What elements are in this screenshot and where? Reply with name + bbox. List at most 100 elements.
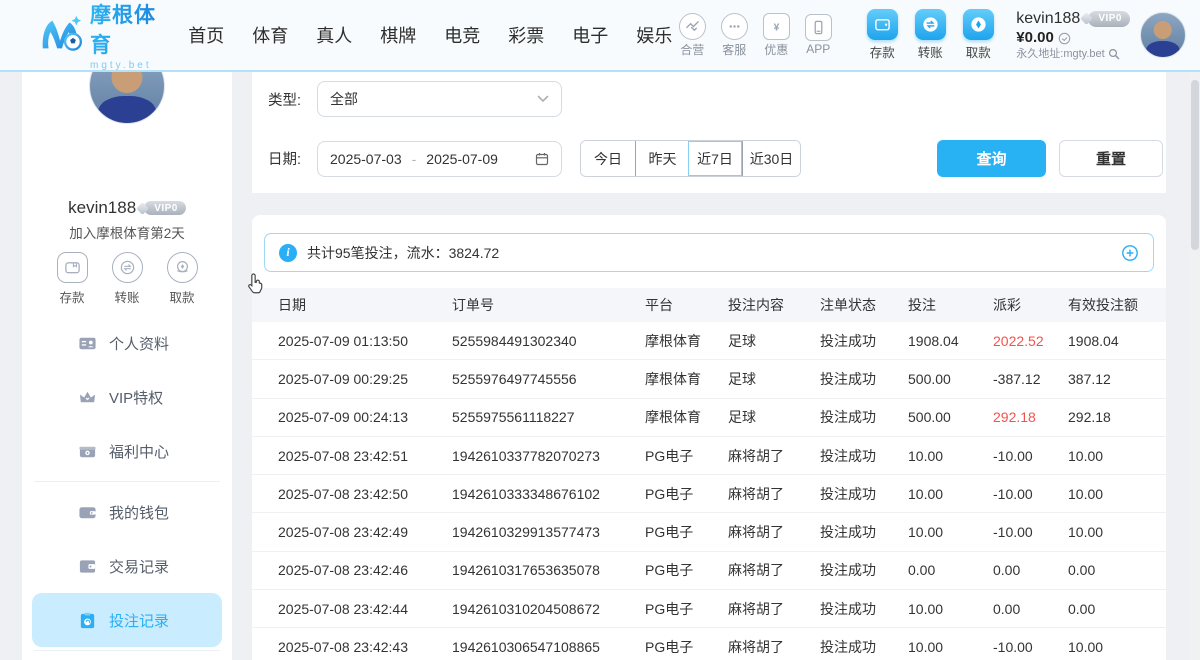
bet-record-icon bbox=[78, 611, 97, 630]
cell-bet-content: 麻将胡了 bbox=[728, 484, 820, 504]
magnifier-icon[interactable] bbox=[1108, 48, 1120, 60]
cell-order-number: 1942610337782070273 bbox=[452, 448, 645, 464]
transfer-arrows-icon bbox=[112, 252, 143, 283]
cell-payout: 0.00 bbox=[993, 562, 1068, 578]
cell-valid-amount: 292.18 bbox=[1068, 409, 1166, 425]
cell-platform: PG电子 bbox=[645, 522, 728, 542]
cell-order-number: 1942610317653635078 bbox=[452, 562, 645, 578]
cell-platform: PG电子 bbox=[645, 446, 728, 466]
withdraw-button[interactable]: 取款 bbox=[954, 9, 1002, 61]
nav-entertainment[interactable]: 娱乐 bbox=[636, 22, 672, 48]
menu-divider bbox=[34, 650, 220, 651]
cell-bet-amount: 10.00 bbox=[908, 524, 993, 540]
chat-support-icon bbox=[721, 13, 748, 40]
summary-bar: i 共计95笔投注，流水：3824.72 bbox=[264, 233, 1154, 272]
support-button[interactable]: 客服 bbox=[714, 13, 754, 58]
table-row[interactable]: 2025-07-08 23:42:46 1942610317653635078 … bbox=[252, 552, 1166, 590]
partner-button[interactable]: 合营 bbox=[672, 13, 712, 58]
menu-divider bbox=[34, 481, 220, 482]
cell-valid-amount: 0.00 bbox=[1068, 601, 1166, 617]
calendar-icon bbox=[535, 152, 549, 166]
avatar[interactable] bbox=[1140, 12, 1186, 58]
sidebar-item-transactions[interactable]: 交易记录 bbox=[22, 539, 232, 593]
deposit-button[interactable]: 存款 bbox=[858, 9, 906, 61]
nav-sports[interactable]: 体育 bbox=[252, 22, 288, 48]
table-body: 2025-07-09 01:13:50 5255984491302340 摩根体… bbox=[252, 322, 1166, 660]
range-7days-button[interactable]: 近7日 bbox=[688, 141, 742, 176]
cell-bet-amount: 500.00 bbox=[908, 409, 993, 425]
type-select[interactable]: 全部 bbox=[317, 81, 562, 117]
sidebar-item-bet-records[interactable]: 投注记录 bbox=[32, 593, 222, 647]
reset-button[interactable]: 重置 bbox=[1059, 140, 1163, 177]
cell-payout: -10.00 bbox=[993, 524, 1068, 540]
refresh-balance-icon[interactable] bbox=[1058, 32, 1071, 45]
date-to: 2025-07-09 bbox=[426, 151, 498, 167]
col-order: 订单号 bbox=[452, 295, 645, 315]
nav-board-games[interactable]: 棋牌 bbox=[380, 22, 416, 48]
cell-valid-amount: 387.12 bbox=[1068, 371, 1166, 387]
range-30days-button[interactable]: 近30日 bbox=[742, 141, 800, 176]
cell-order-number: 1942610333348676102 bbox=[452, 486, 645, 502]
circle-plus-icon[interactable] bbox=[1121, 244, 1139, 262]
table-row[interactable]: 2025-07-09 00:24:13 5255975561118227 摩根体… bbox=[252, 399, 1166, 437]
table-row[interactable]: 2025-07-08 23:42:50 1942610333348676102 … bbox=[252, 475, 1166, 513]
table-row[interactable]: 2025-07-08 23:42:51 1942610337782070273 … bbox=[252, 437, 1166, 475]
logo-title: 摩根体育 bbox=[90, 0, 160, 59]
top-header: 摩根体育 mgty.bet 首页 体育 真人 棋牌 电竞 彩票 电子 娱乐 合营… bbox=[0, 0, 1200, 72]
username[interactable]: kevin188 bbox=[1016, 9, 1080, 29]
date-range-input[interactable]: 2025-07-03 - 2025-07-09 bbox=[317, 141, 562, 177]
sidebar-item-vip[interactable]: VIP特权 bbox=[22, 370, 232, 424]
cell-bet-content: 麻将胡了 bbox=[728, 560, 820, 580]
table-row[interactable]: 2025-07-09 01:13:50 5255984491302340 摩根体… bbox=[252, 322, 1166, 360]
sidebar-withdraw-button[interactable]: 取款 bbox=[160, 252, 204, 306]
type-select-value: 全部 bbox=[330, 89, 537, 109]
cell-status: 投注成功 bbox=[820, 446, 908, 466]
sidebar-avatar[interactable] bbox=[89, 72, 165, 124]
cell-platform: 摩根体育 bbox=[645, 407, 728, 427]
sidebar-username: kevin188 bbox=[68, 198, 136, 218]
nav-lottery[interactable]: 彩票 bbox=[508, 22, 544, 48]
sidebar-item-wallet[interactable]: 我的钱包 bbox=[22, 485, 232, 539]
nav-home[interactable]: 首页 bbox=[188, 22, 224, 48]
table-row[interactable]: 2025-07-08 23:42:44 1942610310204508672 … bbox=[252, 590, 1166, 628]
cell-bet-amount: 1908.04 bbox=[908, 333, 993, 349]
cell-date: 2025-07-08 23:42:44 bbox=[278, 601, 452, 617]
table-row[interactable]: 2025-07-08 23:42:49 1942610329913577473 … bbox=[252, 513, 1166, 551]
handshake-icon bbox=[679, 13, 706, 40]
nav-live[interactable]: 真人 bbox=[316, 22, 352, 48]
promo-button[interactable]: ¥ 优惠 bbox=[756, 13, 796, 58]
col-date: 日期 bbox=[278, 295, 452, 315]
range-today-button[interactable]: 今日 bbox=[581, 141, 635, 176]
cell-date: 2025-07-08 23:42:51 bbox=[278, 448, 452, 464]
cell-bet-amount: 10.00 bbox=[908, 448, 993, 464]
sidebar-item-prize-records[interactable]: 兑奖记录 bbox=[22, 654, 232, 660]
sidebar-item-welfare[interactable]: 福利中心 bbox=[22, 424, 232, 478]
range-yesterday-button[interactable]: 昨天 bbox=[635, 141, 689, 176]
cell-valid-amount: 10.00 bbox=[1068, 486, 1166, 502]
nav-slots[interactable]: 电子 bbox=[572, 22, 608, 48]
profile-card-icon bbox=[78, 334, 97, 353]
page-scrollbar[interactable] bbox=[1190, 72, 1200, 660]
cell-platform: 摩根体育 bbox=[645, 369, 728, 389]
nav-esports[interactable]: 电竞 bbox=[444, 22, 480, 48]
info-icon: i bbox=[279, 244, 297, 262]
sidebar-deposit-button[interactable]: 存款 bbox=[50, 252, 94, 306]
svg-text:¥: ¥ bbox=[773, 22, 779, 33]
cell-payout: 292.18 bbox=[993, 409, 1068, 425]
scrollbar-thumb[interactable] bbox=[1191, 80, 1199, 250]
sidebar-item-label: 个人资料 bbox=[109, 333, 169, 354]
site-logo[interactable]: 摩根体育 mgty.bet bbox=[38, 0, 160, 71]
table-row[interactable]: 2025-07-08 23:42:43 1942610306547108865 … bbox=[252, 628, 1166, 660]
cell-payout: 2022.52 bbox=[993, 333, 1068, 349]
app-download-button[interactable]: APP bbox=[798, 14, 838, 56]
search-button[interactable]: 查询 bbox=[937, 140, 1046, 177]
sidebar-transfer-button[interactable]: 转账 bbox=[105, 252, 149, 306]
table-row[interactable]: 2025-07-09 00:29:25 5255976497745556 摩根体… bbox=[252, 360, 1166, 398]
cell-bet-amount: 10.00 bbox=[908, 601, 993, 617]
sidebar-item-profile[interactable]: 个人资料 bbox=[22, 316, 232, 370]
permanent-address: 永久地址:mgty.bet bbox=[1016, 48, 1104, 62]
wallet-icon bbox=[78, 503, 97, 522]
cell-order-number: 1942610329913577473 bbox=[452, 524, 645, 540]
cell-bet-content: 麻将胡了 bbox=[728, 637, 820, 657]
transfer-button[interactable]: 转账 bbox=[906, 9, 954, 61]
